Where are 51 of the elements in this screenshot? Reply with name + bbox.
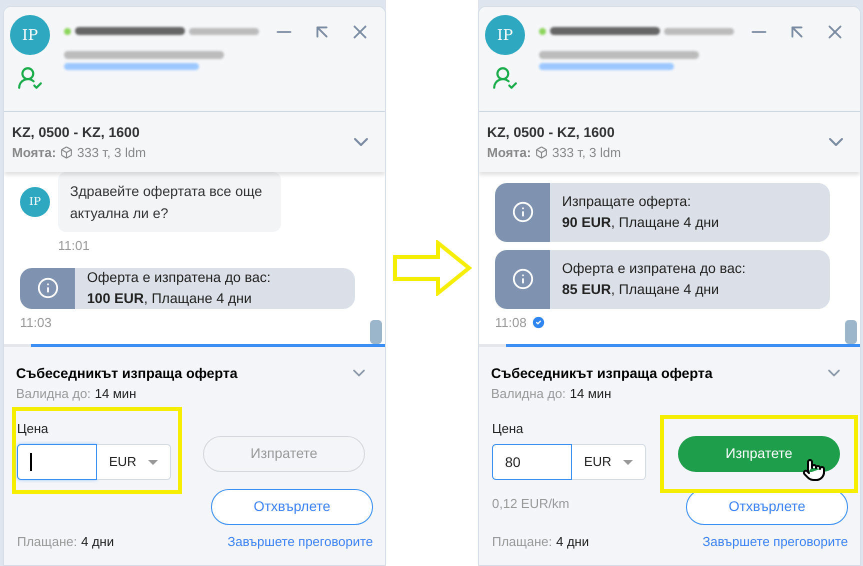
scrollbar-thumb[interactable] <box>845 320 857 344</box>
verified-user-icon <box>17 65 43 91</box>
currency-select[interactable]: EUR <box>572 444 646 480</box>
payment-value: 4 дни <box>556 532 589 551</box>
offer-terms: 90 EUR, Плащане 4 дни <box>562 213 720 232</box>
offer-terms: 100 EUR, Плащане 4 дни <box>87 289 253 308</box>
verified-user-icon <box>492 65 518 91</box>
cargo-label: Моята: <box>487 144 532 162</box>
avatar: IP <box>20 187 50 217</box>
cargo-details: 333 т, 3 ldm <box>552 144 621 162</box>
valid-value: 14 мин <box>94 385 136 403</box>
price-input[interactable] <box>17 444 97 480</box>
currency-select[interactable]: EUR <box>97 444 171 480</box>
message-bubble: Здравейте офертата все още актуална ли е? <box>58 172 281 232</box>
end-negotiation-link[interactable]: Завършете преговорите <box>702 532 848 551</box>
offer-text: Оферта е изпратена до вас: <box>87 268 272 287</box>
arrow-icon <box>392 240 472 296</box>
offer-text: Изпращате оферта: <box>562 192 692 211</box>
info-icon <box>512 201 534 223</box>
price-label: Цена <box>492 420 524 438</box>
info-icon <box>36 277 58 299</box>
price-per-km: 0,12 EUR/km <box>491 495 570 513</box>
payment-label: Плащане: <box>492 532 552 551</box>
payment-label: Плащане: <box>17 532 78 551</box>
cargo-label: Моята: <box>12 144 56 162</box>
scrollbar-thumb[interactable] <box>370 320 382 344</box>
offer-title: Събеседникът изпраща оферта <box>491 364 712 383</box>
valid-label: Валидна до: <box>491 385 566 403</box>
offer-terms: 85 EUR, Плащане 4 дни <box>562 280 720 299</box>
send-button[interactable]: Изпратете <box>203 436 365 472</box>
route-title: KZ, 0500 - KZ, 1600 <box>487 122 616 142</box>
avatar: IP <box>10 15 50 55</box>
price-label: Цена <box>17 420 50 438</box>
end-negotiation-link[interactable]: Завършете преговорите <box>228 532 373 551</box>
valid-value: 14 мин <box>570 385 612 403</box>
offer-title: Събеседникът изпраща оферта <box>16 364 238 383</box>
payment-value: 4 дни <box>81 532 114 551</box>
info-icon <box>512 268 534 290</box>
price-input[interactable]: 80 <box>492 444 572 480</box>
offer-text: Оферта е изпратена до вас: <box>562 259 747 278</box>
reject-button[interactable]: Отхвърлете <box>211 488 373 524</box>
route-title: KZ, 0500 - KZ, 1600 <box>12 122 141 142</box>
avatar: IP <box>485 15 525 55</box>
message-time: 11:01 <box>57 237 91 255</box>
send-button[interactable]: Изпратете <box>678 436 840 472</box>
valid-label: Валидна до: <box>16 385 91 403</box>
cargo-details: 333 т, 3 ldm <box>77 144 146 162</box>
cargo-box-icon <box>60 146 74 159</box>
message-time: 11:08 <box>495 314 527 332</box>
cargo-box-icon <box>535 146 548 159</box>
message-time: 11:03 <box>20 314 52 332</box>
